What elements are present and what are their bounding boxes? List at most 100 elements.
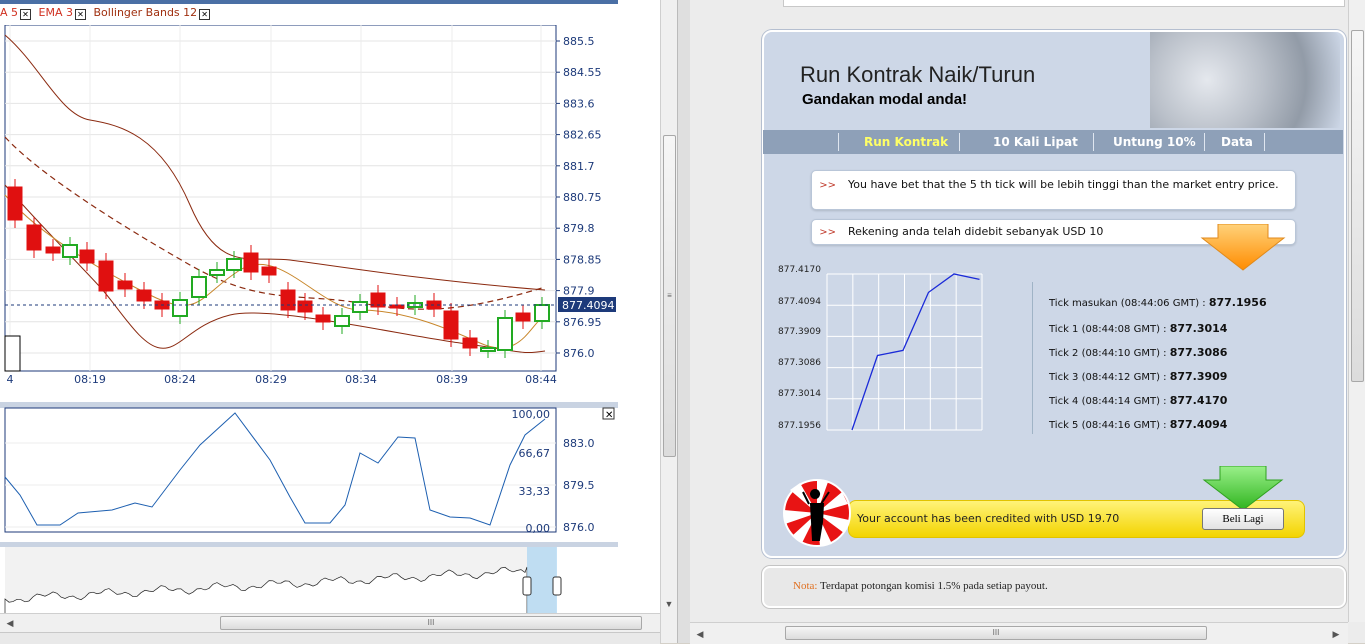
close-icon[interactable]: ✕ [199,9,211,20]
tick-chart: 877.4170 877.4094 877.3909 877.3086 877.3014… [778,265,983,431]
time-tick-label: 08:29 [255,373,287,386]
green-arrow-icon [1202,466,1284,511]
current-price-label: 877.4094 [562,299,615,312]
price-chart[interactable]: 885.5 884.55 883.6 882.65 881.7 880.75 879.8 87… [0,25,620,405]
time-tick-label: 08:24 [164,373,196,386]
navigator-handle-left[interactable] [522,576,532,596]
tick-chart-label: 877.3014 [778,389,821,399]
price-tick-label: 881.7 [563,160,595,173]
tick-row: Tick 1 (08:44:08 GMT) : 877.3014 [1049,322,1227,335]
tab-10-kali-lipat[interactable]: 10 Kali Lipat [993,135,1078,149]
note-text: Nota: Terdapat potongan komisi 1.5% pada… [793,580,1048,592]
candle [209,269,225,276]
tick-row: Tick 2 (08:44:10 GMT) : 877.3086 [1049,346,1227,359]
candle [98,260,114,292]
tick-value: 877.1956 [1208,296,1267,309]
candle [191,276,207,298]
candle [172,299,188,317]
tick-row: Tick 4 (08:44:14 GMT) : 877.4170 [1049,394,1227,407]
oscillator-chart[interactable]: 100,00 66,67 33,33 0,00 883.0 879.5 876.0 ✕ [0,405,620,545]
candle [534,304,550,322]
nav-separator [1093,133,1094,151]
price-tick-label: 876.95 [563,316,602,329]
tab-run-kontrak[interactable]: Run Kontrak [864,135,948,149]
tick-chart-axis: 877.4170 877.4094 877.3909 877.3086 877.3014… [778,265,821,431]
tick-chart-label: 877.3909 [778,327,821,337]
tick-label: Tick 5 (08:44:16 GMT) : [1049,420,1170,431]
vertical-scrollbar-right[interactable] [1348,0,1365,622]
vertical-scrollbar[interactable]: ≡ ▼ [660,0,678,643]
navigator-chart[interactable] [0,547,620,615]
candle [515,312,531,322]
close-icon-glyph: ✕ [605,410,613,421]
tick-chart-label: 877.4094 [778,297,821,307]
mini-overlay-box [4,335,21,372]
navigator-handle-right[interactable] [552,576,562,596]
scroll-left-icon[interactable]: ◀ [692,626,708,642]
tick-chart-grid [826,273,983,431]
candle [352,301,368,313]
price-tick-label: 880.75 [563,191,602,204]
note-label: Nota: [793,580,818,592]
tick-chart-label: 877.3086 [778,358,821,368]
beli-lagi-button[interactable]: Beli Lagi [1202,508,1284,530]
candle [45,246,61,254]
close-icon[interactable]: ✕ [75,9,86,20]
divider-line [1032,282,1033,434]
close-icon[interactable]: ✕ [20,9,32,20]
tab-untung-10[interactable]: Untung 10% [1113,135,1196,149]
candle [480,347,496,352]
credit-message: Your account has been credited with USD … [857,512,1120,525]
tick-label: Tick masukan (08:44:06 GMT) : [1049,298,1209,309]
time-axis: 4 08:19 08:24 08:29 08:34 08:39 08:44 [7,373,557,386]
scroll-left-icon[interactable]: ◀ [2,615,18,631]
candle [62,244,78,258]
price-tick-label: 879.8 [563,222,595,235]
plot-area [4,25,557,372]
horizontal-scrollbar[interactable]: ◀ III [0,613,660,632]
candle [226,258,242,271]
scrollbar-thumb[interactable]: III [220,616,642,630]
oscillator-tick-label: 33,33 [519,485,551,498]
candle [315,314,331,323]
nav-separator [959,133,960,151]
tick-value: 877.3909 [1169,370,1228,383]
tick-chart-label: 877.1956 [778,421,821,431]
candle [117,280,133,290]
legend-bollinger: Bollinger Bands 12 [93,6,198,19]
scrollbar-thumb[interactable]: III [785,626,1207,640]
horizontal-scrollbar-right[interactable]: ◀ III ▶ [690,622,1348,644]
nav-separator [838,133,839,151]
oscillator-price-label: 876.0 [563,521,595,534]
tick-value: 877.3014 [1169,322,1228,335]
tick-value: 877.4170 [1169,394,1228,407]
debit-message-text: Rekening anda telah didebit sebanyak USD… [848,225,1104,238]
scroll-right-icon[interactable]: ▶ [1328,626,1344,642]
scroll-down-icon[interactable]: ▼ [661,596,677,612]
tick-row: Tick 5 (08:44:16 GMT) : 877.4094 [1049,418,1227,431]
price-tick-label: 877.9 [563,285,595,298]
price-tick-label: 885.5 [563,35,595,48]
price-tick-label: 882.65 [563,129,602,142]
scrollbar-thumb[interactable]: ≡ [663,135,676,457]
candle [26,224,42,251]
price-tick-label: 878.85 [563,253,602,266]
candle [280,289,296,311]
time-tick-label: 08:39 [436,373,468,386]
candle [7,186,23,221]
time-tick-label: 4 [7,373,14,386]
pane-splitter[interactable] [677,0,691,643]
page-subtitle: Gandakan modal anda! [802,91,968,108]
note-body: Terdapat potongan komisi 1.5% pada setia… [817,580,1048,592]
time-tick-label: 08:19 [74,373,106,386]
candle [79,249,95,264]
tick-row: Tick 3 (08:44:12 GMT) : 877.3909 [1049,370,1227,383]
legend-ma5: A 5 [0,6,19,19]
oscillator-tick-label: 66,67 [519,447,551,460]
legend-ema3: EMA 3 [38,6,73,19]
tick-row: Tick masukan (08:44:06 GMT) : 877.1956 [1049,296,1267,309]
candle [334,315,350,327]
tick-label: Tick 1 (08:44:08 GMT) : [1049,324,1170,335]
scrollbar-thumb[interactable] [1351,30,1364,382]
tab-data[interactable]: Data [1221,135,1253,149]
